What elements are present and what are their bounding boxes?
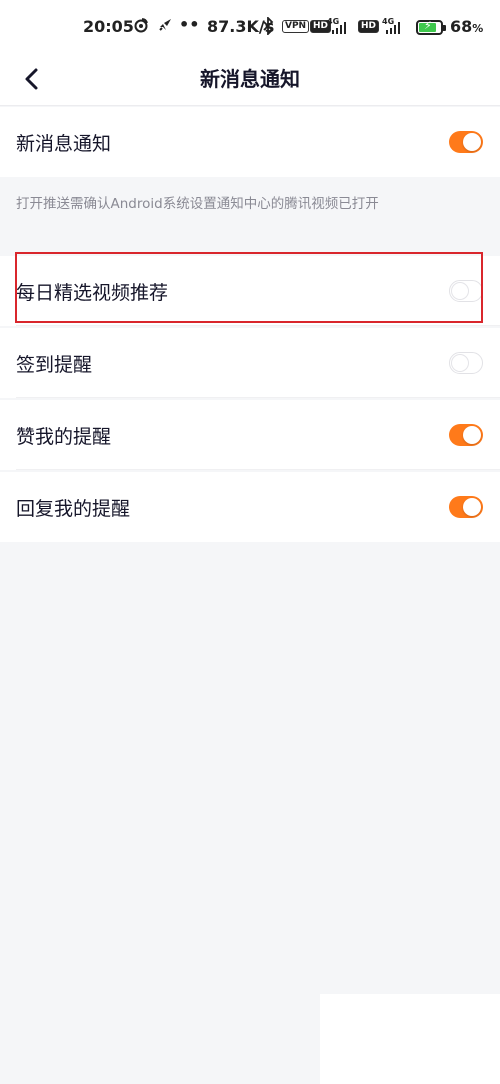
hd-badge-2: HD	[358, 20, 380, 33]
highlight-annotation	[15, 252, 483, 323]
checkin-reminder-label: 签到提醒	[16, 353, 93, 376]
bluetooth-icon	[262, 15, 274, 39]
main-notification-row[interactable]: 新消息通知	[0, 107, 500, 177]
main-notification-toggle[interactable]	[449, 131, 483, 153]
bottom-panel	[320, 994, 500, 1084]
notification-hint: 打开推送需确认Android系统设置通知中心的腾讯视频已打开	[16, 196, 379, 212]
row-divider	[16, 325, 500, 326]
rocket-icon	[157, 17, 173, 37]
battery-percent: 68%	[450, 17, 484, 36]
checkin-reminder-row[interactable]: 签到提醒	[0, 328, 500, 398]
signal-icon-2	[386, 22, 400, 34]
page-title: 新消息通知	[200, 67, 300, 91]
nav-bar: 新消息通知	[0, 52, 500, 106]
main-notification-label: 新消息通知	[16, 132, 112, 155]
reply-reminder-toggle[interactable]	[449, 496, 483, 518]
reply-reminder-label: 回复我的提醒	[16, 497, 131, 520]
reply-reminder-row[interactable]: 回复我的提醒	[0, 472, 500, 542]
like-reminder-label: 赞我的提醒	[16, 425, 112, 448]
like-reminder-row[interactable]: 赞我的提醒	[0, 400, 500, 470]
more-dots-icon: ••	[179, 15, 200, 34]
battery-charging-icon: ⚡	[416, 19, 446, 35]
row-divider	[16, 397, 500, 398]
weibo-icon	[133, 17, 149, 37]
like-reminder-toggle[interactable]	[449, 424, 483, 446]
row-divider	[16, 469, 500, 470]
status-bar: 20:05 •• 87.3K/s VPN HD 4G HD 4G ⚡ 68%	[0, 0, 500, 52]
checkin-reminder-toggle[interactable]	[449, 352, 483, 374]
status-time: 20:05	[83, 17, 134, 36]
vpn-badge: VPN	[282, 20, 310, 33]
signal-icon	[332, 22, 346, 34]
